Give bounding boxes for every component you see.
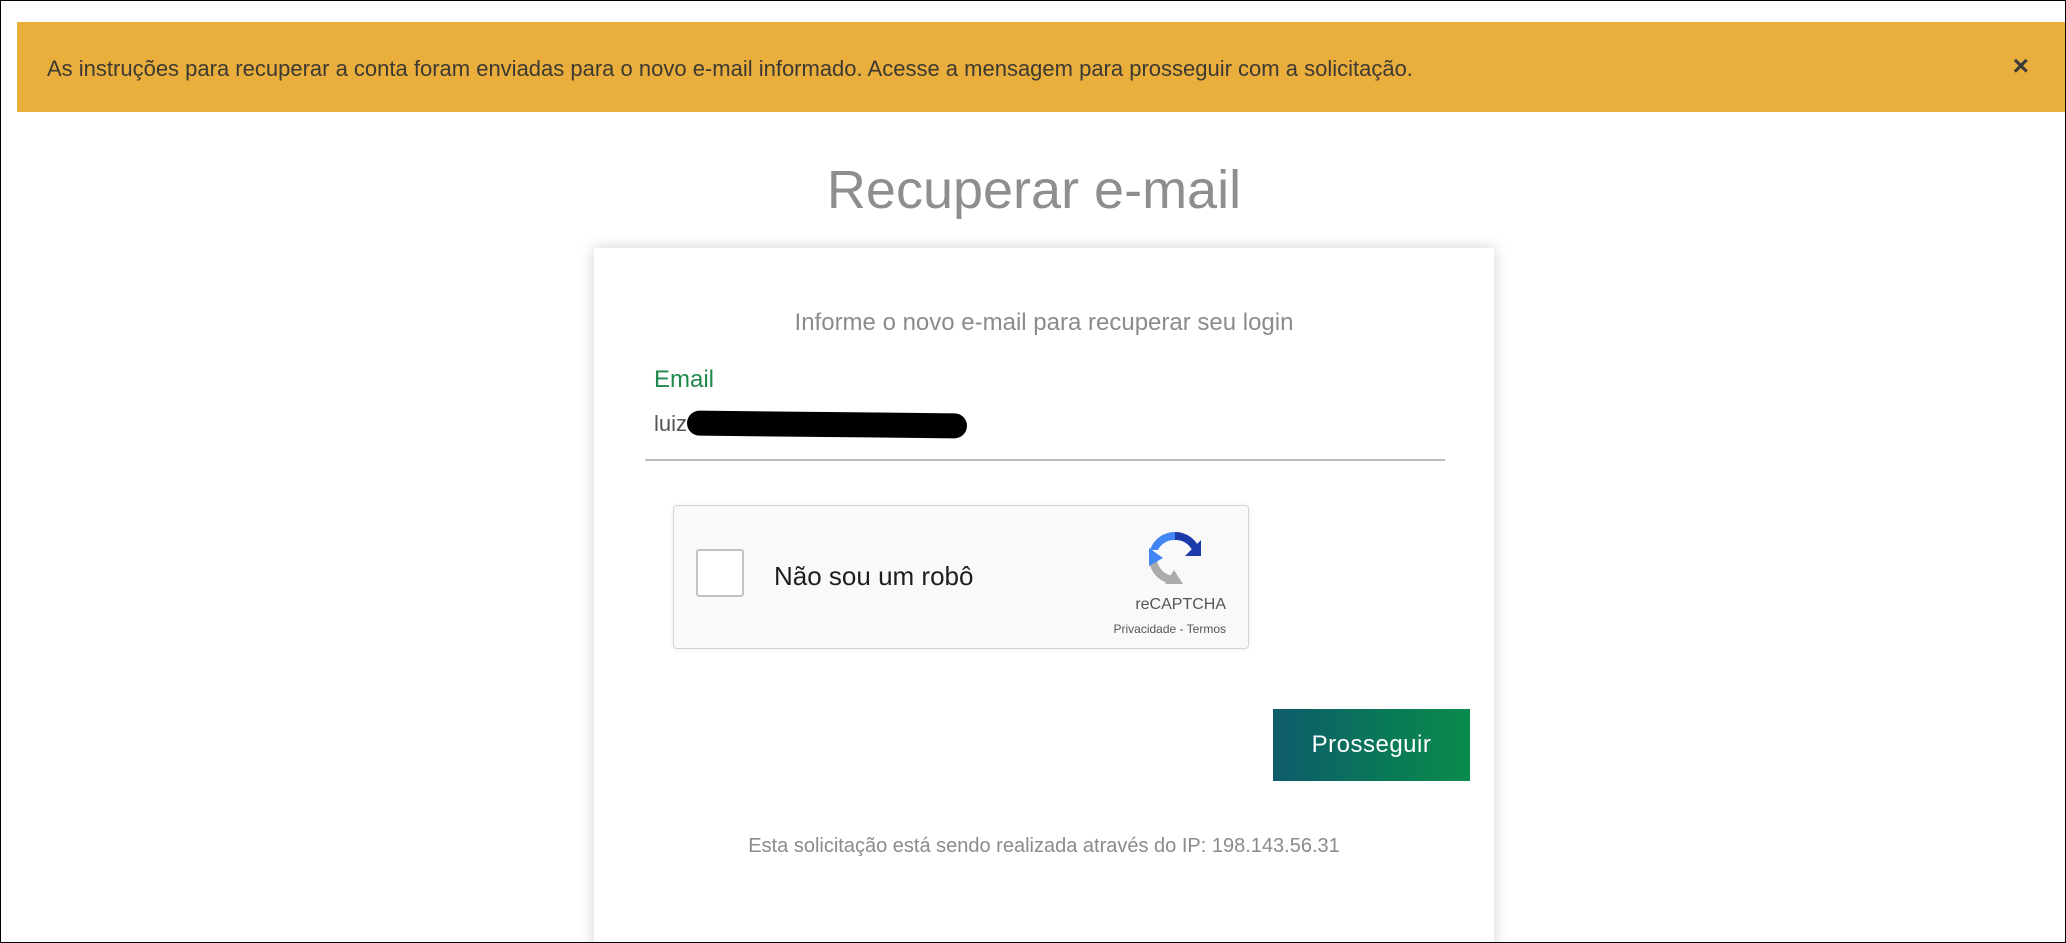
email-field-underline: [645, 459, 1445, 461]
email-field[interactable]: luiz: [654, 411, 687, 437]
recaptcha-icon: [1149, 531, 1201, 584]
recaptcha-brand: reCAPTCHA: [1135, 596, 1226, 613]
recaptcha-widget: Não sou um robô reCAPTCHA Privacidade - …: [673, 505, 1249, 649]
redaction-mark: [686, 410, 968, 439]
link-separator: -: [1176, 622, 1187, 636]
privacy-link[interactable]: Privacidade: [1114, 622, 1177, 636]
submit-button[interactable]: Prosseguir: [1273, 709, 1470, 781]
close-icon[interactable]: ×: [2013, 52, 2029, 80]
recaptcha-label: Não sou um robô: [774, 561, 974, 591]
email-label: Email: [654, 366, 715, 393]
page-frame: As instruções para recuperar a conta for…: [0, 0, 2066, 943]
recaptcha-links: Privacidade - Termos: [1114, 622, 1227, 636]
form-subtitle: Informe o novo e-mail para recuperar seu…: [794, 309, 1294, 336]
ip-notice: Esta solicitação está sendo realizada at…: [748, 835, 1340, 857]
success-alert: As instruções para recuperar a conta for…: [17, 22, 2065, 112]
page-title: Recuperar e-mail: [826, 160, 1242, 220]
terms-link[interactable]: Termos: [1187, 622, 1226, 636]
recaptcha-checkbox[interactable]: [696, 549, 744, 597]
alert-message: As instruções para recuperar a conta for…: [47, 56, 1413, 81]
